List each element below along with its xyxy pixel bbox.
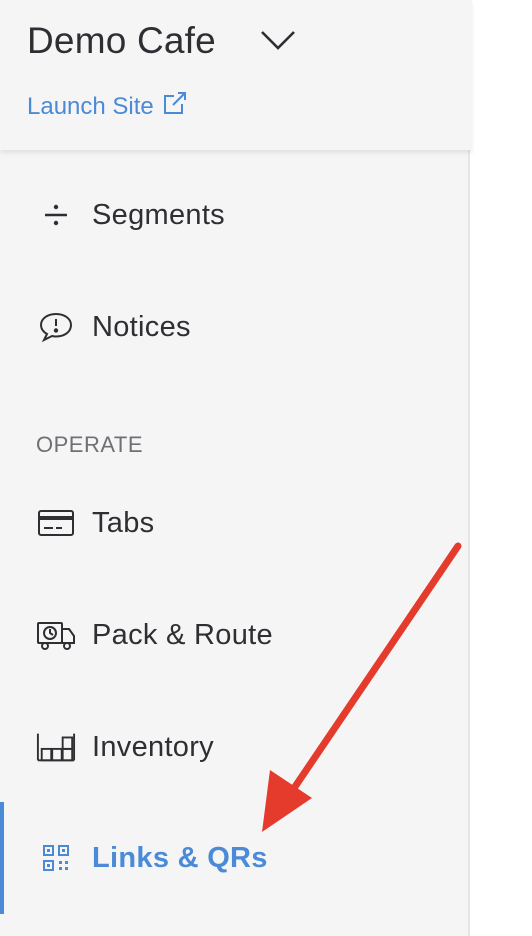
sidebar-item-tabs[interactable]: Tabs — [0, 493, 468, 553]
sidebar-item-links-qrs[interactable]: Links & QRs — [0, 828, 468, 888]
chevron-down-icon[interactable] — [258, 28, 298, 57]
sidebar-item-label: Pack & Route — [92, 618, 273, 651]
sidebar-item-label: Notices — [92, 310, 191, 343]
sidebar-item-notices[interactable]: Notices — [0, 297, 468, 357]
brand-header: Demo Cafe Launch Site — [0, 0, 472, 150]
sidebar-item-pack-route[interactable]: Pack & Route — [0, 605, 468, 665]
qr-code-icon — [36, 838, 76, 878]
sidebar-item-label: Tabs — [92, 506, 155, 539]
sidebar-item-label: Links & QRs — [92, 841, 268, 874]
launch-site-label: Launch Site — [27, 92, 154, 120]
sidebar-item-label: Inventory — [92, 730, 214, 763]
launch-site-link[interactable]: Launch Site — [27, 90, 188, 123]
warehouse-shelf-icon — [36, 727, 76, 767]
credit-card-icon — [36, 503, 76, 543]
section-label-operate: OPERATE — [36, 432, 144, 457]
sidebar-item-inventory[interactable]: Inventory — [0, 717, 468, 777]
delivery-truck-icon — [36, 615, 76, 655]
divide-icon — [36, 195, 76, 235]
sidebar-item-segments[interactable]: Segments — [0, 185, 468, 245]
external-link-icon — [154, 90, 188, 123]
sidebar-item-label: Segments — [92, 198, 225, 231]
speech-bubble-alert-icon — [36, 307, 76, 347]
brand-name: Demo Cafe — [27, 20, 216, 61]
